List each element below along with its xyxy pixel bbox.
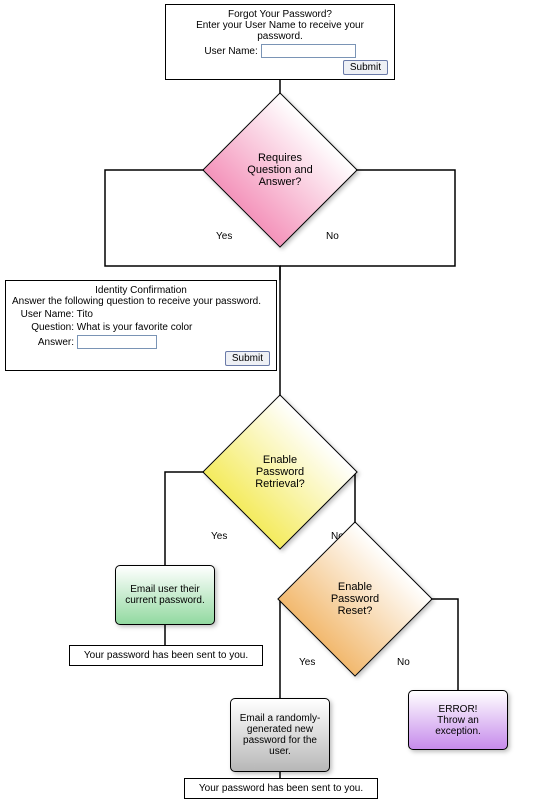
decision3-label: Enable Password Reset? bbox=[300, 544, 410, 654]
identity-title: Identity Confirmation bbox=[12, 285, 270, 296]
action-grey-text: Email a randomly-generated new password … bbox=[235, 713, 325, 757]
identity-question-value: What is your favorite color bbox=[77, 322, 193, 333]
branch1-yes-label: Yes bbox=[216, 231, 232, 242]
action-email-current-password: Email user their current password. bbox=[115, 565, 215, 625]
result-sent-1: Your password has been sent to you. bbox=[69, 645, 263, 666]
identity-submit-button[interactable]: Submit bbox=[225, 351, 270, 366]
decision-enable-reset: Enable Password Reset? bbox=[300, 544, 410, 654]
decision-enable-retrieval: Enable Password Retrieval? bbox=[225, 417, 335, 527]
forgot-password-form: Forgot Your Password? Enter your User Na… bbox=[165, 4, 395, 80]
identity-answer-label: Answer: bbox=[12, 337, 74, 348]
result-sent-2: Your password has been sent to you. bbox=[184, 778, 378, 799]
username-label: User Name: bbox=[204, 46, 257, 57]
forgot-title: Forgot Your Password? bbox=[172, 9, 388, 20]
identity-username-value: Tito bbox=[77, 309, 93, 320]
decision1-label: Requires Question and Answer? bbox=[225, 115, 335, 225]
identity-question-label: Question: bbox=[12, 322, 74, 333]
decision-requires-qa: Requires Question and Answer? bbox=[225, 115, 335, 225]
branch1-no-label: No bbox=[326, 231, 339, 242]
action-error: ERROR! Throw an exception. bbox=[408, 690, 508, 750]
branch3-yes-label: Yes bbox=[299, 657, 315, 668]
identity-answer-input[interactable] bbox=[77, 335, 157, 349]
forgot-prompt: Enter your User Name to receive your pas… bbox=[172, 20, 388, 42]
username-input[interactable] bbox=[261, 44, 356, 58]
action-error-line1: ERROR! bbox=[439, 704, 478, 715]
decision2-label: Enable Password Retrieval? bbox=[225, 417, 335, 527]
forgot-submit-button[interactable]: Submit bbox=[343, 60, 388, 75]
identity-prompt: Answer the following question to receive… bbox=[12, 296, 270, 307]
identity-confirmation-form: Identity Confirmation Answer the followi… bbox=[5, 280, 277, 371]
action-email-new-password: Email a randomly-generated new password … bbox=[230, 698, 330, 772]
action-green-text: Email user their current password. bbox=[120, 584, 210, 606]
branch2-yes-label: Yes bbox=[211, 531, 227, 542]
action-error-line2: Throw an exception. bbox=[435, 715, 481, 737]
branch3-no-label: No bbox=[397, 657, 410, 668]
identity-username-label: User Name: bbox=[12, 309, 74, 320]
